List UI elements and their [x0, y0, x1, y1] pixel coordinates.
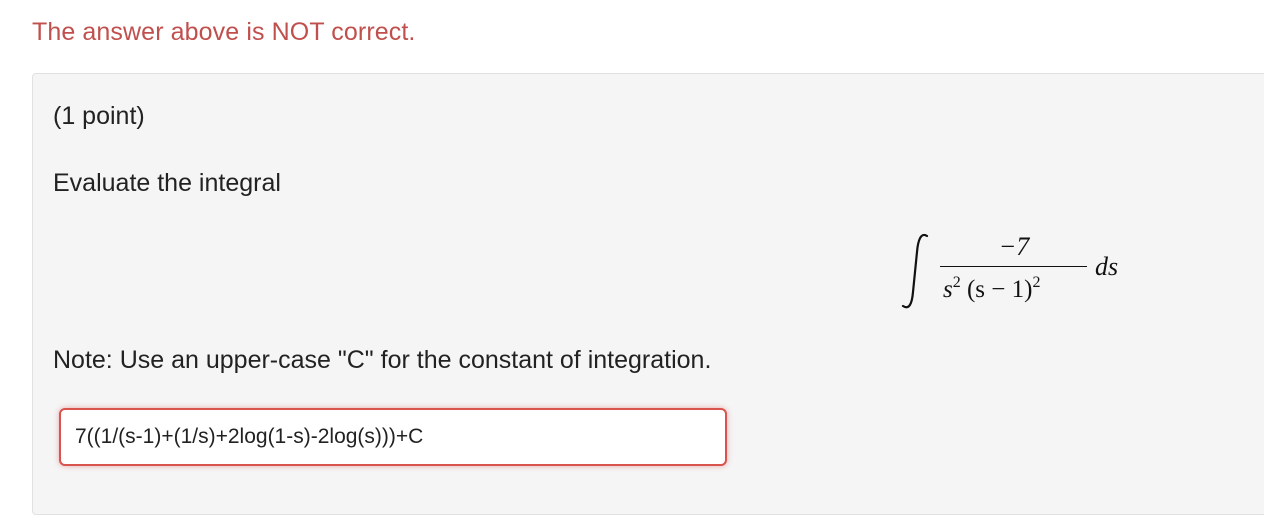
fraction-denominator: s2 (s − 1)2 — [943, 274, 1040, 304]
differential: ds — [1095, 252, 1119, 281]
fraction-bar — [940, 266, 1087, 268]
problem-prompt: Evaluate the integral — [53, 169, 281, 197]
integral-expression: −7 s2 (s − 1)2 ds — [899, 228, 1159, 316]
denominator-factor: (s − 1) — [960, 276, 1033, 303]
fraction-numerator: −7 — [998, 232, 1030, 261]
problem-panel: (1 point) Evaluate the integral −7 s2 (s… — [32, 73, 1264, 515]
denominator-exponent: 2 — [952, 274, 961, 291]
denominator-variable: s — [943, 276, 953, 303]
point-value: (1 point) — [53, 102, 145, 130]
answer-input[interactable] — [59, 408, 727, 466]
integral-sign-icon — [901, 233, 929, 309]
constant-note: Note: Use an upper-case "C" for the cons… — [53, 346, 712, 374]
feedback-message: The answer above is NOT correct. — [32, 18, 416, 46]
denominator-factor-exponent: 2 — [1032, 274, 1041, 291]
